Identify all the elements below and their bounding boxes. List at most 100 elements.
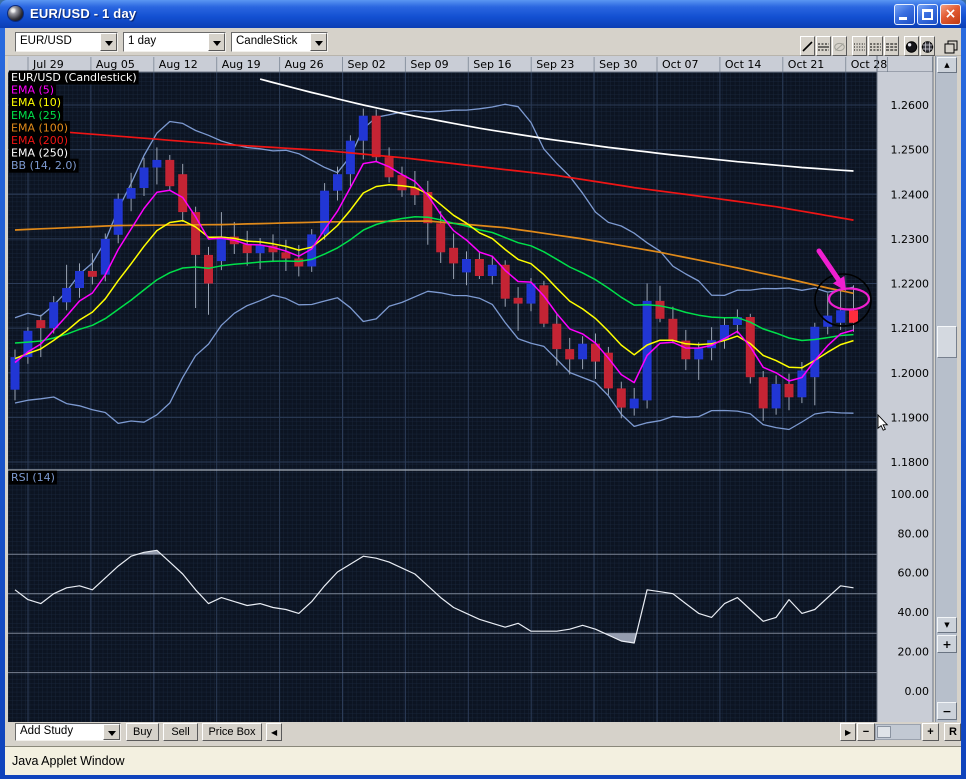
app-icon [7, 5, 24, 22]
svg-text:80.00: 80.00 [898, 527, 930, 540]
minimize-button[interactable] [894, 4, 915, 25]
svg-text:EMA (25): EMA (25) [11, 109, 61, 122]
svg-text:1.2200: 1.2200 [891, 278, 930, 291]
date-axis: Jul 29Aug 05Aug 12Aug 19Aug 26Sep 02Sep … [8, 56, 933, 72]
interval-select-value: 1 day [128, 35, 156, 47]
grid-density-1-button[interactable] [852, 36, 867, 56]
maximize-button[interactable] [917, 4, 938, 25]
svg-text:1.1900: 1.1900 [891, 411, 930, 424]
titlebar[interactable]: EUR/USD - 1 day × [0, 0, 966, 28]
maximize-icon [922, 9, 933, 20]
sphere-checkered-icon [921, 40, 934, 54]
chart-type-select[interactable]: CandleStick [231, 32, 328, 52]
cascade-windows-icon [943, 39, 959, 55]
svg-text:Sep 02: Sep 02 [348, 58, 386, 71]
svg-text:EMA (5): EMA (5) [11, 84, 54, 97]
sphere-dark-icon [905, 40, 918, 54]
vertical-scroll-thumb[interactable] [937, 326, 957, 358]
horizontal-lines-tool-button[interactable] [816, 36, 831, 56]
svg-text:1.2500: 1.2500 [891, 144, 930, 157]
price-pane[interactable] [8, 72, 877, 722]
zoom-in-vertical-button[interactable]: + [937, 635, 957, 653]
add-study-dropdown-arrow-icon[interactable] [103, 724, 120, 740]
pan-right-button[interactable]: ▶ [840, 723, 856, 741]
chart-type-dropdown-arrow-icon[interactable] [310, 33, 327, 51]
toolbar: EUR/USD 1 day CandleStick [5, 28, 961, 56]
zoom-in-horizontal-button[interactable]: + [922, 723, 939, 741]
svg-text:1.2100: 1.2100 [891, 322, 930, 335]
buy-button[interactable]: Buy [126, 723, 159, 741]
grid-density-3-icon [885, 40, 898, 54]
chart-svg[interactable]: Jul 29Aug 05Aug 12Aug 19Aug 26Sep 02Sep … [5, 56, 935, 722]
svg-text:1.2400: 1.2400 [891, 188, 930, 201]
cascade-windows-button[interactable] [941, 36, 961, 56]
chart-type-select-value: CandleStick [236, 35, 297, 47]
svg-text:20.00: 20.00 [898, 646, 930, 659]
status-text: Java Applet Window [12, 754, 125, 768]
svg-text:Oct 28: Oct 28 [851, 58, 888, 71]
status-bar: Java Applet Window [5, 746, 961, 775]
ellipse-disabled-icon [833, 40, 846, 54]
close-button[interactable]: × [940, 4, 961, 25]
svg-text:Oct 21: Oct 21 [788, 58, 825, 71]
grid-density-3-button[interactable] [884, 36, 899, 56]
svg-text:EMA (10): EMA (10) [11, 96, 61, 109]
horizontal-lines-icon [817, 40, 830, 54]
bottom-toolbar: Add Study Buy Sell Price Box ◀ ▶ − + R [5, 722, 961, 742]
close-icon: × [945, 6, 957, 22]
sell-button[interactable]: Sell [163, 723, 198, 741]
svg-text:Sep 30: Sep 30 [599, 58, 637, 71]
svg-text:Oct 07: Oct 07 [662, 58, 699, 71]
pan-left-button[interactable]: ◀ [266, 723, 282, 741]
svg-text:1.2000: 1.2000 [891, 367, 930, 380]
svg-text:Sep 09: Sep 09 [410, 58, 448, 71]
status-area: Java Applet Window [5, 742, 961, 775]
svg-text:40.00: 40.00 [898, 606, 930, 619]
interval-select[interactable]: 1 day [123, 32, 226, 52]
vertical-scrollbar[interactable]: ▲ ▼ + − [935, 56, 957, 722]
svg-text:Sep 16: Sep 16 [473, 58, 511, 71]
svg-text:EUR/USD (Candlestick): EUR/USD (Candlestick) [11, 71, 137, 84]
add-study-value: Add Study [20, 725, 73, 737]
svg-text:EMA (100): EMA (100) [11, 121, 68, 134]
price-box-button[interactable]: Price Box [202, 723, 262, 741]
interval-dropdown-arrow-icon[interactable] [208, 33, 225, 51]
line-draw-icon [801, 40, 814, 54]
sphere-checkered-button[interactable] [920, 36, 935, 56]
symbol-select-value: EUR/USD [20, 35, 72, 47]
svg-text:Aug 12: Aug 12 [159, 58, 198, 71]
svg-text:Oct 14: Oct 14 [725, 58, 762, 71]
svg-text:1.2300: 1.2300 [891, 233, 930, 246]
grid-density-2-icon [869, 40, 882, 54]
grid-density-1-icon [853, 40, 866, 54]
grid-density-2-button[interactable] [868, 36, 883, 56]
ellipse-tool-button-disabled [832, 36, 847, 56]
reset-view-button[interactable]: R [944, 723, 961, 741]
svg-text:100.00: 100.00 [891, 488, 930, 501]
svg-text:0.00: 0.00 [905, 685, 930, 698]
scroll-down-button[interactable]: ▼ [937, 617, 957, 633]
zoom-out-vertical-button[interactable]: − [937, 702, 957, 720]
svg-text:EMA (250): EMA (250) [11, 147, 68, 160]
symbol-dropdown-arrow-icon[interactable] [100, 33, 117, 51]
svg-text:60.00: 60.00 [898, 567, 930, 580]
svg-text:Sep 23: Sep 23 [536, 58, 574, 71]
svg-text:1.1800: 1.1800 [891, 456, 930, 469]
sphere-dark-button[interactable] [904, 36, 919, 56]
minimize-icon [899, 17, 907, 20]
price-axis[interactable]: 1.2600 1.2500 1.2400 1.2300 1.2200 1.2100 1.20… [877, 56, 933, 722]
svg-text:Jul 29: Jul 29 [32, 58, 64, 71]
svg-text:BB (14, 2.0): BB (14, 2.0) [11, 159, 77, 172]
svg-text:EMA (200): EMA (200) [11, 134, 68, 147]
line-draw-tool-button[interactable] [800, 36, 815, 56]
add-study-select[interactable]: Add Study [15, 723, 121, 741]
zoom-out-horizontal-button[interactable]: − [857, 723, 875, 741]
horizontal-scroll-thumb[interactable] [877, 726, 891, 738]
scroll-up-button[interactable]: ▲ [937, 57, 957, 73]
svg-text:Aug 05: Aug 05 [96, 58, 135, 71]
app-window: EUR/USD - 1 day × EUR/USD 1 day CandleSt… [0, 0, 966, 779]
horizontal-scroll-track[interactable] [875, 724, 921, 740]
svg-text:1.2600: 1.2600 [891, 99, 930, 112]
chart-area: Jul 29Aug 05Aug 12Aug 19Aug 26Sep 02Sep … [5, 56, 961, 722]
symbol-select[interactable]: EUR/USD [15, 32, 118, 52]
